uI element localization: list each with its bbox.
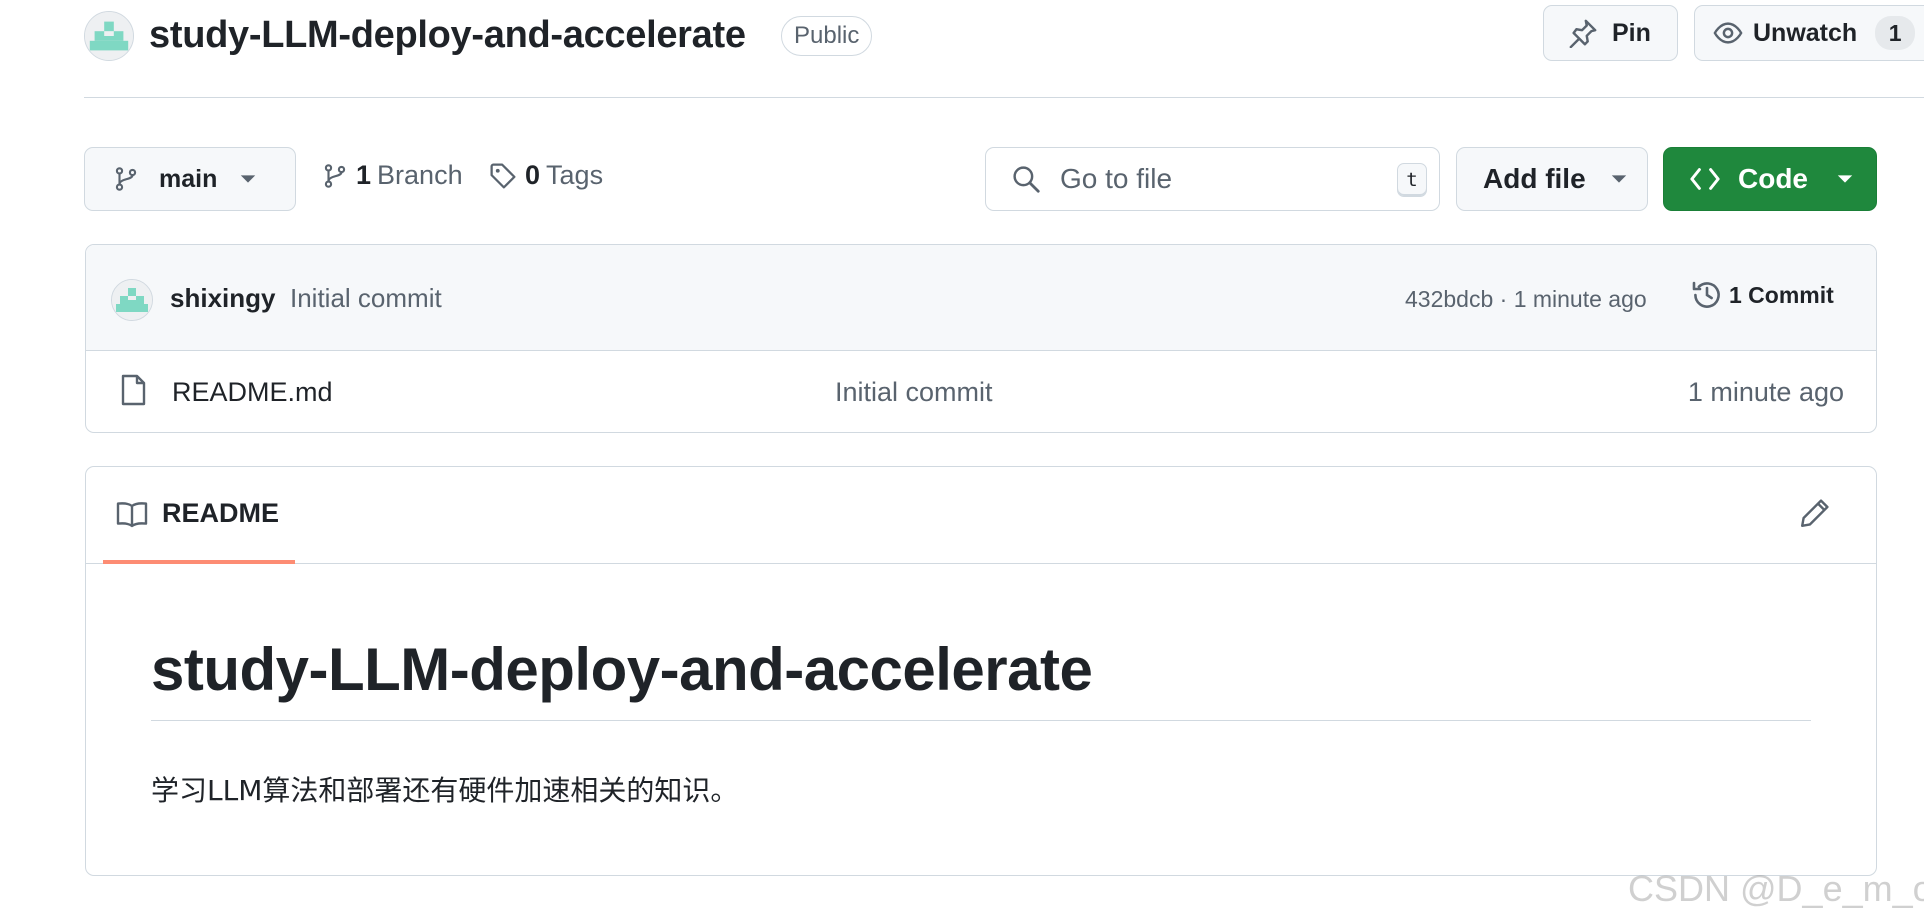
owner-avatar[interactable] [84,11,134,61]
pencil-icon[interactable] [1799,497,1831,529]
repo-title[interactable]: study-LLM-deploy-and-accelerate [149,14,746,57]
go-to-file-input[interactable]: Go to file t [985,147,1440,211]
branch-label: Branch [377,160,463,190]
book-icon [116,501,148,527]
file-name[interactable]: README.md [172,377,333,408]
git-branch-icon [324,163,346,188]
chevron-down-icon [1837,175,1853,183]
history-icon [1692,281,1720,308]
commit-hash-time[interactable]: 432bdcb · 1 minute ago [1405,286,1647,313]
chevron-down-icon [1611,175,1626,183]
tag-count: 0 [525,160,541,190]
unwatch-button[interactable]: Unwatch 1 [1694,5,1924,61]
file-row[interactable]: README.md Initial commit 1 minute ago [86,351,1876,432]
commit-count-label: 1 Commit [1729,281,1834,308]
keyboard-shortcut-hint: t [1397,163,1427,197]
readme-panel: README study-LLM-deploy-and-accelerate 学… [85,466,1877,876]
file-list: shixingy Initial commit 432bdcb · 1 minu… [85,244,1877,433]
branch-select-button[interactable]: main [84,147,296,211]
current-branch: main [159,164,218,193]
tab-readme[interactable]: README [103,467,295,564]
pin-label: Pin [1612,18,1651,47]
tags-link[interactable]: 0 Tags [489,160,603,191]
file-commit-message[interactable]: Initial commit [835,377,993,408]
commit-message[interactable]: Initial commit [290,283,442,314]
watermark: CSDN @D_e_m_o [1628,868,1924,909]
eye-icon [1713,22,1743,44]
commit-history-link[interactable]: 1 Commit [1691,279,1834,311]
tag-icon [490,162,516,189]
commit-author-avatar[interactable] [111,279,153,321]
pin-button[interactable]: Pin [1543,5,1678,61]
code-button[interactable]: Code [1663,147,1877,211]
branch-count: 1 [356,160,372,190]
search-icon [1013,166,1040,193]
readme-tab-label: README [162,498,280,528]
add-file-button[interactable]: Add file [1456,147,1648,211]
readme-heading: study-LLM-deploy-and-accelerate [151,635,1811,721]
search-placeholder: Go to file [1060,163,1173,194]
watch-count: 1 [1875,16,1916,50]
pin-icon [1569,19,1597,48]
code-icon [1690,168,1720,190]
branches-link[interactable]: 1 Branch [322,160,463,191]
add-file-label: Add file [1483,163,1586,194]
readme-paragraph: 学习LLM算法和部署还有硬件加速相关的知识。 [151,774,739,807]
unwatch-label: Unwatch [1753,18,1858,47]
file-commit-age: 1 minute ago [1687,377,1844,407]
tag-label: Tags [546,160,604,190]
latest-commit-bar: shixingy Initial commit 432bdcb · 1 minu… [86,245,1876,351]
chevron-down-icon [241,175,256,183]
visibility-badge: Public [781,16,873,56]
file-icon [121,374,146,406]
commit-author[interactable]: shixingy [170,283,275,314]
git-branch-icon [115,167,137,191]
readme-header: README [86,467,1876,564]
code-label: Code [1738,163,1808,194]
